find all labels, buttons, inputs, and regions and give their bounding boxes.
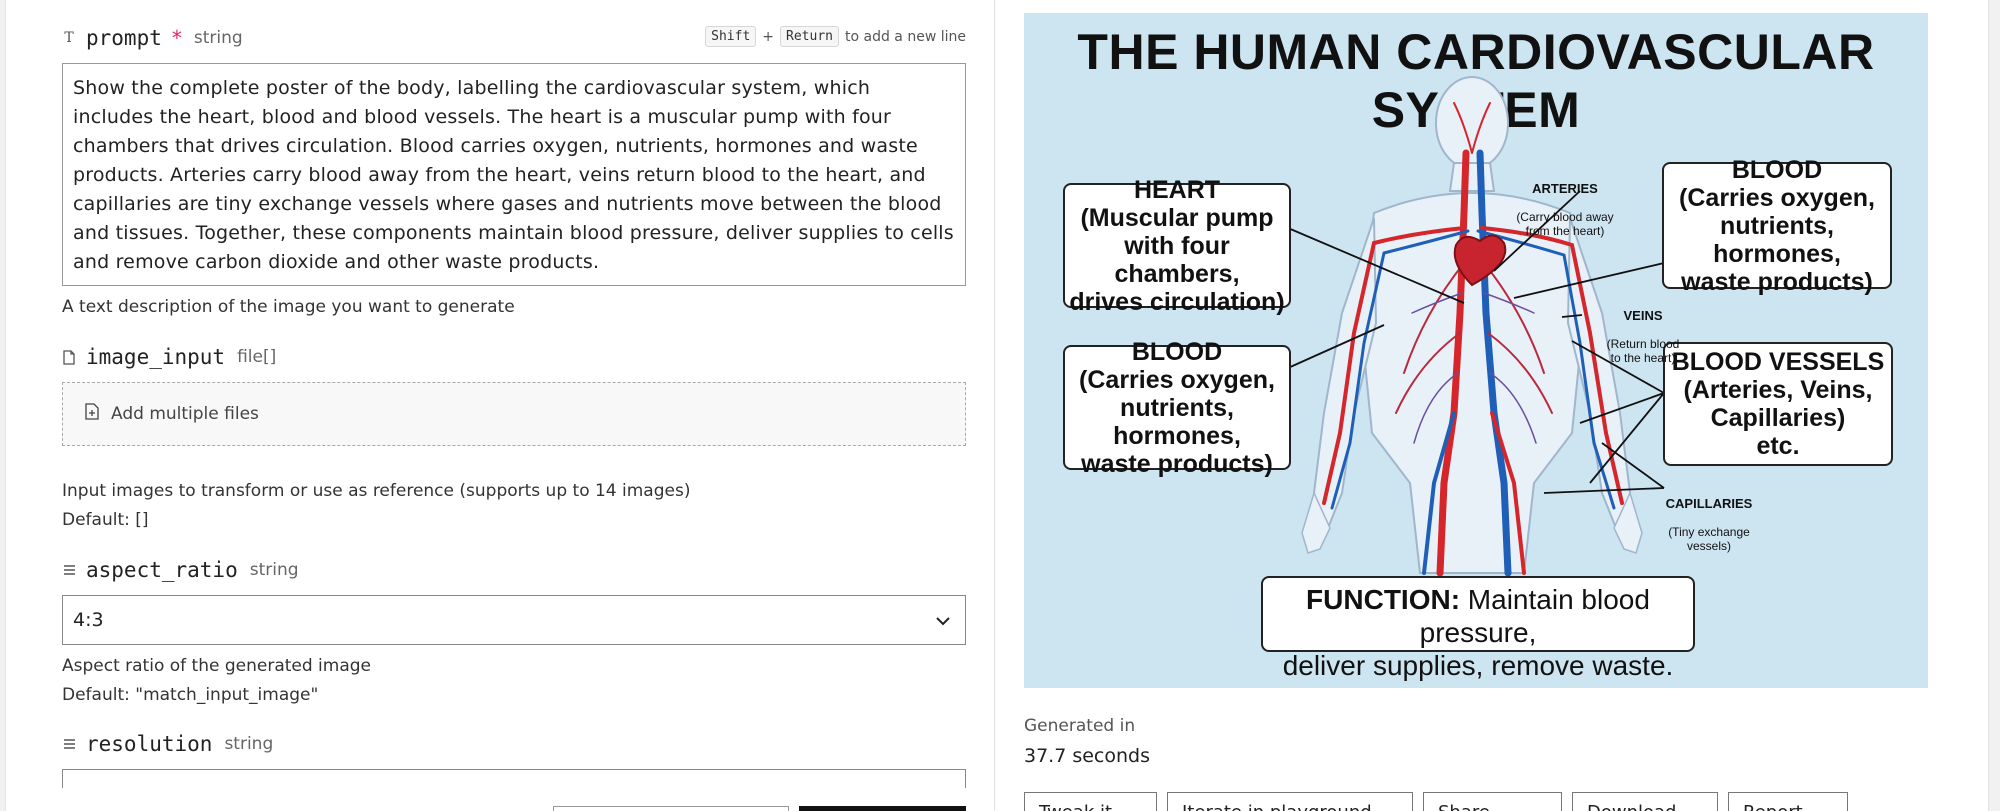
page: T prompt * string Shift + Return to add …	[0, 0, 2000, 811]
image-input-description: Input images to transform or use as refe…	[62, 481, 691, 501]
function-box: FUNCTION: Maintain blood pressure, deliv…	[1261, 576, 1695, 681]
required-mark: *	[171, 26, 182, 50]
resolution-field-name: resolution	[86, 732, 213, 756]
download-button[interactable]: Download	[1572, 792, 1718, 811]
prompt-field-header: T prompt * string	[62, 23, 243, 53]
shift-key: Shift	[705, 26, 757, 47]
chevron-down-icon	[935, 609, 951, 631]
image-input-field-name: image_input	[86, 345, 226, 369]
generated-image: THE HUMAN CARDIOVASCULAR SYSTEM	[1024, 13, 1928, 688]
tweak-it-button[interactable]: Tweak it	[1024, 792, 1157, 811]
reset-button[interactable]	[553, 806, 789, 811]
prompt-field-name: prompt	[86, 26, 162, 50]
list-type-icon	[62, 738, 76, 750]
blood-vessels-label-text: BLOOD VESSELS (Arteries, Veins, Capillar…	[1671, 348, 1885, 460]
add-file-icon	[85, 403, 99, 425]
hint-plus: +	[762, 28, 775, 45]
share-button[interactable]: Share	[1423, 792, 1562, 811]
image-input-field-type: file[]	[237, 347, 277, 367]
run-button[interactable]	[799, 806, 966, 811]
text-type-icon: T	[64, 30, 74, 46]
list-type-icon	[62, 564, 76, 576]
aspect-ratio-field-header: aspect_ratio string	[62, 555, 299, 585]
image-input-default: Default: []	[62, 510, 149, 530]
veins-title: VEINS	[1623, 308, 1663, 323]
veins-subtitle: (Return blood to the heart)	[1606, 337, 1680, 365]
input-form: T prompt * string Shift + Return to add …	[62, 0, 966, 811]
blood-label-box-right: BLOOD (Carries oxygen, nutrients, hormon…	[1662, 156, 1892, 296]
blood-label-text-left: BLOOD (Carries oxygen, nutrients, hormon…	[1079, 337, 1275, 478]
aspect-ratio-value: 4:3	[73, 609, 104, 631]
arteries-subtitle: (Carry blood away from the heart)	[1516, 210, 1614, 238]
veins-label: VEINS (Return blood to the heart)	[1598, 295, 1688, 379]
aspect-ratio-default: Default: "match_input_image"	[62, 685, 319, 705]
capillaries-subtitle: (Tiny exchange vessels)	[1668, 525, 1750, 553]
prompt-textarea[interactable]: Show the complete poster of the body, la…	[62, 63, 966, 286]
blood-vessels-label-box: BLOOD VESSELS (Arteries, Veins, Capillar…	[1663, 342, 1893, 466]
heart-label-text: HEART (Muscular pump with four chambers,…	[1069, 175, 1285, 316]
panel-divider	[994, 0, 995, 811]
arteries-label: ARTERIES (Carry blood away from the hear…	[1510, 168, 1620, 252]
generated-in-label: Generated in	[1024, 716, 1136, 736]
right-scrollbar[interactable]	[1988, 0, 2000, 811]
resolution-field-type: string	[224, 734, 274, 754]
aspect-ratio-description: Aspect ratio of the generated image	[62, 656, 372, 676]
capillaries-title: CAPILLARIES	[1665, 496, 1753, 511]
resolution-field-header: resolution string	[62, 729, 273, 759]
generated-in-value: 37.7 seconds	[1024, 745, 1151, 767]
prompt-field-type: string	[193, 28, 243, 48]
file-dropzone[interactable]: Add multiple files	[62, 382, 966, 446]
dropzone-label: Add multiple files	[111, 404, 259, 424]
function-heading: FUNCTION:	[1306, 584, 1461, 615]
iterate-in-playground-button[interactable]: Iterate in playground	[1167, 792, 1413, 811]
image-input-field-header: image_input file[]	[62, 342, 276, 372]
aspect-ratio-field-name: aspect_ratio	[86, 558, 238, 582]
report-button[interactable]: Report	[1728, 792, 1848, 811]
capillaries-label: CAPILLARIES (Tiny exchange vessels)	[1662, 483, 1756, 567]
function-line2: deliver supplies, remove waste.	[1282, 650, 1674, 681]
hint-text: to add a new line	[845, 28, 966, 45]
prompt-description: A text description of the image you want…	[62, 297, 515, 317]
aspect-ratio-select[interactable]: 4:3	[62, 595, 966, 645]
left-scroll-gutter	[0, 0, 6, 811]
heart-label-box: HEART (Muscular pump with four chambers,…	[1063, 176, 1291, 316]
newline-hint: Shift + Return to add a new line	[705, 26, 966, 47]
aspect-ratio-field-type: string	[249, 560, 299, 580]
return-key: Return	[780, 26, 839, 47]
file-type-icon	[62, 349, 76, 365]
arteries-title: ARTERIES	[1532, 181, 1598, 196]
blood-label-text-right: BLOOD (Carries oxygen, nutrients, hormon…	[1679, 155, 1875, 296]
blood-label-box-left: BLOOD (Carries oxygen, nutrients, hormon…	[1063, 338, 1291, 478]
